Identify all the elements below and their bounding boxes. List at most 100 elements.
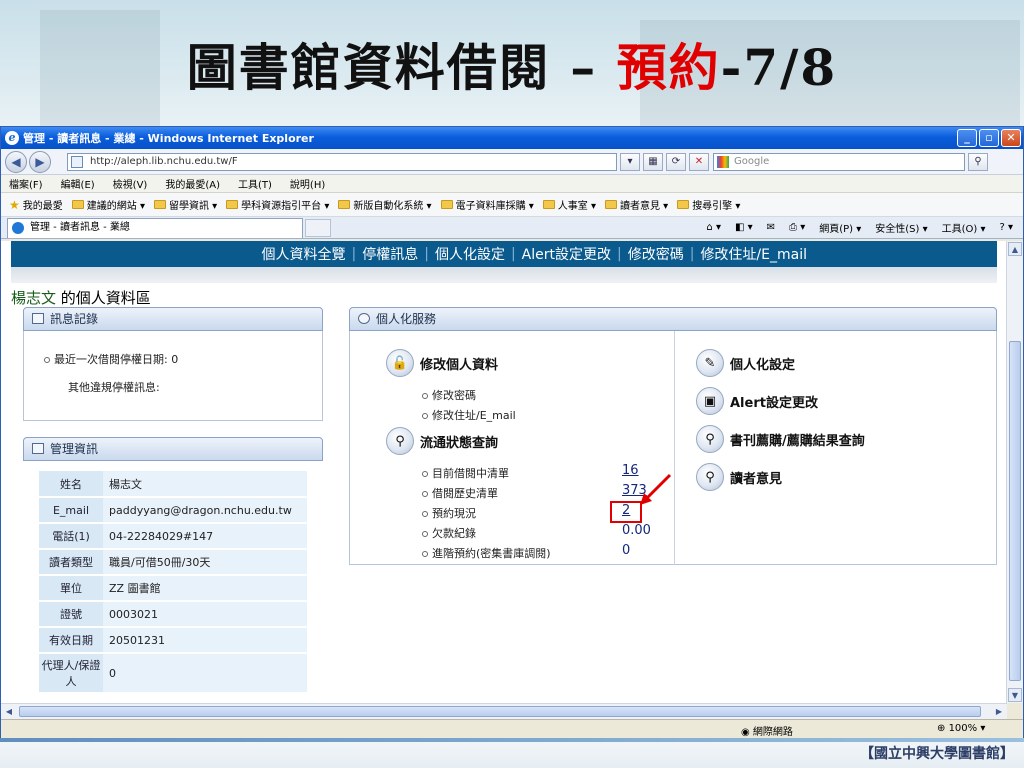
horizontal-scrollbar[interactable]: ◀ ▶ (1, 703, 1007, 719)
mgmt-label: 姓名 (39, 471, 103, 498)
minimize-button[interactable]: _ (957, 129, 977, 147)
tools-menu[interactable]: 工具(O) ▾ (942, 220, 986, 235)
card-icon (32, 443, 44, 454)
svc-change-address[interactable]: 修改住址/E_mail (422, 407, 516, 423)
fav-reader-feedback[interactable]: 讀者意見 ▾ (604, 197, 668, 212)
bullet-icon (422, 511, 428, 517)
print-icon[interactable]: ⎙ ▾ (789, 222, 805, 233)
window-title: 管理 - 讀者訊息 - 業總 - Windows Internet Explor… (23, 132, 314, 145)
help-icon[interactable]: ? ▾ (999, 222, 1013, 233)
tab-active[interactable]: 管理 - 讀者訊息 - 業總 (7, 217, 303, 238)
nav-profile-overview[interactable]: 個人資料全覽 (262, 244, 346, 264)
profile-suffix: 的個人資料區 (56, 289, 151, 307)
search-button[interactable]: ⚲ (968, 152, 988, 171)
table-row: 有效日期 20501231 (39, 627, 307, 654)
page-menu[interactable]: 網頁(P) ▾ (819, 220, 861, 235)
user-icon (358, 313, 370, 324)
safety-menu[interactable]: 安全性(S) ▾ (875, 220, 927, 235)
fav-suggested-sites[interactable]: 建議的網站 ▾ (71, 197, 145, 212)
mgmt-label: E_mail (39, 497, 103, 524)
nav-separator: | (617, 246, 622, 262)
menu-view[interactable]: 檢視(V) (113, 176, 148, 191)
scroll-left-button[interactable]: ◀ (2, 705, 16, 718)
fav-search-engine[interactable]: 搜尋引擎 ▾ (677, 197, 740, 212)
nav-change-address[interactable]: 修改住址/E_mail (700, 244, 807, 264)
fav-personnel[interactable]: 人事室 ▾ (542, 197, 596, 212)
security-zone: ◉ 網際網路 (741, 723, 793, 738)
mgmt-label: 證號 (39, 601, 103, 628)
mail-icon[interactable]: ✉ (767, 222, 775, 233)
footer-brand: 【國立中興大學圖書館】 (860, 746, 1014, 762)
compat-view-button[interactable]: ▦ (643, 152, 663, 171)
svc-purchase-request[interactable]: ⚲ 書刊薦購/薦購結果查詢 (696, 425, 865, 453)
nav-suspension[interactable]: 停權訊息 (362, 244, 418, 264)
vertical-scrollbar[interactable]: ▲ ▼ (1006, 241, 1023, 703)
back-button[interactable]: ◀ (5, 150, 27, 173)
menu-help[interactable]: 說明(H) (290, 176, 325, 191)
address-dropdown-button[interactable]: ▾ (620, 152, 640, 171)
favorites-button[interactable]: ★ 我的最愛 (9, 197, 63, 213)
maximize-button[interactable]: ▫ (979, 129, 999, 147)
svc-advanced-hold[interactable]: 進階預約(密集書庫調閱) (422, 545, 551, 561)
table-row: 電話(1) 04-22284029#147 (39, 523, 307, 550)
window-titlebar[interactable]: e 管理 - 讀者訊息 - 業總 - Windows Internet Expl… (1, 127, 1023, 149)
home-icon[interactable]: ⌂ ▾ (706, 222, 721, 233)
nav-underbar (11, 267, 997, 283)
scroll-down-button[interactable]: ▼ (1008, 688, 1022, 702)
stop-button[interactable]: ✕ (689, 152, 709, 171)
zone-label: 網際網路 (752, 727, 793, 738)
fav-study-abroad[interactable]: 留學資訊 ▾ (153, 197, 217, 212)
pencil-icon: ✎ (696, 349, 724, 377)
search-input[interactable]: Google (713, 152, 965, 171)
mgmt-label: 讀者類型 (39, 549, 103, 576)
favorites-label: 我的最愛 (22, 201, 63, 212)
close-button[interactable]: ✕ (1001, 129, 1021, 147)
menu-favorites[interactable]: 我的最愛(A) (165, 176, 220, 191)
slide-title: 圖書館資料借閱 – 預約-7/8 (0, 28, 1024, 100)
feeds-icon[interactable]: ◧ ▾ (735, 222, 753, 233)
svc-holds[interactable]: 預約現況 (422, 505, 476, 521)
msg-line: 最近一次借閱停權日期: 0 (44, 351, 178, 367)
address-input[interactable]: http://aleph.lib.nchu.edu.tw/F (67, 152, 617, 171)
fav-database[interactable]: 電子資料庫採購 ▾ (440, 197, 534, 212)
favorites-bar: ★ 我的最愛 建議的網站 ▾ 留學資訊 ▾ 學科資源指引平台 ▾ 新版自動化系統 … (1, 193, 1023, 217)
svc-modify-heading[interactable]: 🔓 修改個人資料 (386, 349, 498, 377)
svc-fines[interactable]: 欠款紀錄 (422, 525, 476, 541)
svc-right-label: 個人化設定 (730, 357, 796, 373)
svc-item-label: 借閱歷史清單 (432, 487, 498, 500)
horizontal-scroll-thumb[interactable] (19, 706, 981, 717)
nav-alert-settings[interactable]: Alert設定更改 (522, 244, 611, 264)
user-name: 楊志文 (11, 289, 57, 307)
fav-new-system[interactable]: 新版自動化系統 ▾ (338, 197, 432, 212)
lock-icon: 🔓 (386, 349, 414, 377)
nav-change-password[interactable]: 修改密碼 (628, 244, 684, 264)
svc-status-heading[interactable]: ⚲ 流通狀態查詢 (386, 427, 498, 455)
svc-alert-settings[interactable]: ▣ Alert設定更改 (696, 387, 818, 415)
fav-subject-guide[interactable]: 學科資源指引平台 ▾ (226, 197, 329, 212)
nav-separator: | (510, 246, 516, 262)
mgmt-label: 代理人/保證人 (39, 653, 103, 694)
svc-current-loans[interactable]: 目前借閱中清單 (422, 465, 509, 481)
svc-personalization[interactable]: ✎ 個人化設定 (696, 349, 795, 377)
msg-last-suspension: 最近一次借閱停權日期: 0 (54, 353, 179, 366)
zoom-control[interactable]: ⊕ 100% ▾ (937, 723, 985, 734)
scroll-up-button[interactable]: ▲ (1008, 242, 1022, 256)
ie-logo-icon: e (5, 131, 19, 145)
refresh-button[interactable]: ⟳ (666, 152, 686, 171)
envelope-icon (32, 313, 44, 324)
mgmt-value: paddyyang@dragon.nchu.edu.tw (103, 497, 307, 524)
vertical-scroll-thumb[interactable] (1009, 341, 1021, 681)
menu-edit[interactable]: 編輯(E) (61, 176, 95, 191)
svc-change-password[interactable]: 修改密碼 (422, 387, 476, 403)
mgmt-value: 職員/可借50冊/30天 (103, 549, 307, 576)
forward-button[interactable]: ▶ (29, 150, 51, 173)
menu-file[interactable]: 檔案(F) (9, 176, 43, 191)
nav-personalization[interactable]: 個人化設定 (435, 244, 505, 264)
new-tab-button[interactable] (305, 218, 331, 237)
scroll-right-button[interactable]: ▶ (992, 705, 1006, 718)
fav-label: 搜尋引擎 ▾ (692, 201, 741, 212)
svc-loan-history[interactable]: 借閱歷史清單 (422, 485, 498, 501)
svc-reader-feedback[interactable]: ⚲ 讀者意見 (696, 463, 782, 491)
menu-tools[interactable]: 工具(T) (238, 176, 272, 191)
fines-amount: 0.00 (622, 523, 651, 538)
